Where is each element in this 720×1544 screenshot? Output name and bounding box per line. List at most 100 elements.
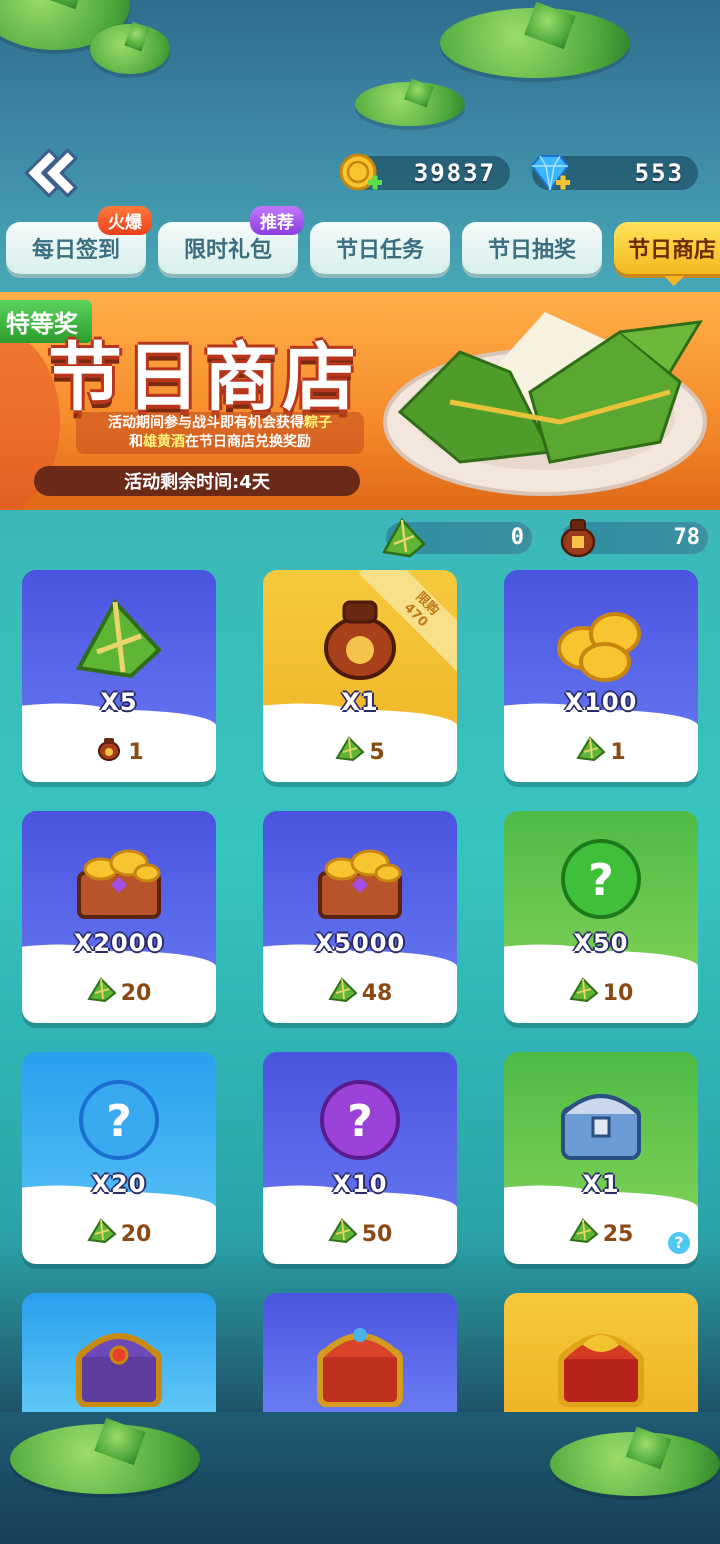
banner-title: 节日商店 (48, 335, 360, 421)
green-mystery-orb-icon: ? (553, 833, 649, 925)
lily-pad-decoration (440, 8, 630, 78)
item-price-value: 5 (369, 739, 385, 765)
tab-label: 每日签到 (31, 238, 120, 263)
tab-daily-checkin[interactable]: 每日签到 火爆 (6, 206, 152, 274)
tab-festival-lottery[interactable]: 节日抽奖 (462, 222, 602, 274)
item-quantity: X1 (341, 688, 379, 716)
zongzi-icon (382, 517, 426, 558)
zongzi-icon (87, 1218, 117, 1250)
shop-item-card[interactable]: X1 25? (504, 1052, 698, 1264)
item-price-value: 48 (361, 980, 393, 1006)
item-quantity: X50 (573, 929, 629, 957)
double-chevron-left-icon (24, 148, 78, 198)
red-gold-chest-icon (312, 1315, 408, 1408)
item-quantity: X10 (332, 1170, 388, 1198)
coin-plus-icon (339, 153, 382, 191)
tab-label: 节日商店 (628, 238, 717, 263)
tab-label: 节日抽奖 (487, 238, 576, 263)
zongzi-icon (328, 1218, 358, 1250)
item-price: 48 (263, 977, 457, 1009)
shop-item-card[interactable]: X2000 20 (22, 811, 216, 1023)
tab-festival-tasks[interactable]: 节日任务 (310, 222, 450, 274)
item-price-value: 20 (120, 1221, 152, 1247)
shop-item-card[interactable] (263, 1293, 457, 1412)
owned-wine: 78 (560, 519, 708, 558)
coin-counter[interactable]: 39837 (339, 153, 510, 191)
purple-gold-chest-icon (71, 1315, 167, 1408)
dragon-chest-icon (553, 1315, 649, 1408)
item-price: 20 (22, 1218, 216, 1250)
lily-pad-decoration (90, 24, 170, 74)
shop-item-card[interactable]: X1 5 限购 470 (263, 570, 457, 782)
gem-counter[interactable]: 553 (530, 155, 698, 192)
item-price: 10 (504, 977, 698, 1009)
shop-item-card[interactable]: X5000 48 (263, 811, 457, 1023)
diamond-plus-icon (530, 155, 570, 192)
item-price-value: 1 (128, 739, 144, 765)
tab-festival-shop[interactable]: 节日商店 (614, 222, 720, 274)
item-price-value: 25 (602, 1221, 634, 1247)
shop-item-card[interactable] (504, 1293, 698, 1412)
item-quantity: X5 (100, 688, 138, 716)
coin-chest-icon (312, 833, 408, 925)
item-price: 1 (22, 736, 216, 768)
svg-text:?: ? (106, 1096, 132, 1147)
owned-zongzi: 0 (382, 517, 532, 558)
hot-badge: 火爆 (98, 206, 152, 235)
shop-item-card[interactable]: ? X20 20 (22, 1052, 216, 1264)
zongzi-icon (335, 736, 365, 768)
zongzi-icon (71, 592, 167, 684)
recommend-badge: 推荐 (250, 206, 304, 235)
zongzi-icon (87, 977, 117, 1009)
item-price: 20 (22, 977, 216, 1009)
banner-description: 活动期间参与战斗即有机会获得粽子 和雄黄酒在节日商店兑换奖励 (76, 412, 364, 454)
tab-label: 节日任务 (335, 238, 424, 263)
zongzi-icon (569, 1218, 599, 1250)
item-price: 50 (263, 1218, 457, 1250)
wine-icon (94, 736, 124, 768)
bottom-water-area (0, 1412, 720, 1544)
shop-item-card[interactable]: X100 1 (504, 570, 698, 782)
item-quantity: X20 (91, 1170, 147, 1198)
lily-pad-decoration (355, 82, 465, 126)
item-price: 5 (263, 736, 457, 768)
coin-chest-icon (71, 833, 167, 925)
owned-zongzi-count: 0 (510, 525, 524, 550)
item-quantity: X100 (564, 688, 638, 716)
item-price: 1 (504, 736, 698, 768)
coin-amount: 39837 (413, 159, 496, 187)
svg-text:?: ? (347, 1096, 373, 1147)
zongzi-icon (569, 977, 599, 1009)
shop-item-card[interactable]: ? X50 10 (504, 811, 698, 1023)
wine-jar-icon (560, 519, 596, 558)
svg-text:?: ? (588, 855, 614, 906)
lily-pad-decoration (550, 1432, 720, 1496)
blue-mystery-orb-icon: ? (71, 1074, 167, 1166)
item-price-value: 10 (602, 980, 634, 1006)
coin-pile-icon (553, 592, 649, 684)
lily-pad-decoration (10, 1424, 200, 1494)
shop-item-card[interactable]: ? X10 50 (263, 1052, 457, 1264)
item-price-value: 1 (610, 739, 626, 765)
gem-amount: 553 (634, 159, 684, 187)
festival-shop-banner: 特等奖 节日商店 活动期间参与战斗即有机会获得粽子 和雄黄酒在节日商店兑换奖励 … (0, 292, 720, 510)
item-quantity: X2000 (73, 929, 165, 957)
shop-item-card[interactable]: X5 1 (22, 570, 216, 782)
help-icon[interactable]: ? (668, 1232, 690, 1254)
zongzi-icon (328, 977, 358, 1009)
zongzi-plate-illustration (383, 312, 707, 496)
zongzi-icon (576, 736, 606, 768)
item-quantity: X5000 (314, 929, 406, 957)
item-price-value: 20 (120, 980, 152, 1006)
silver-chest-icon (553, 1074, 649, 1166)
event-timer: 活动剩余时间:4天 (34, 466, 360, 496)
back-button[interactable] (14, 140, 84, 206)
tab-label: 限时礼包 (183, 238, 272, 263)
tab-limited-gift[interactable]: 限时礼包 推荐 (158, 206, 304, 274)
item-quantity: X1 (582, 1170, 620, 1198)
purple-mystery-orb-icon: ? (312, 1074, 408, 1166)
owned-wine-count: 78 (673, 525, 701, 550)
active-tab-pointer (664, 276, 684, 286)
item-price-value: 50 (361, 1221, 393, 1247)
shop-item-card[interactable] (22, 1293, 216, 1412)
